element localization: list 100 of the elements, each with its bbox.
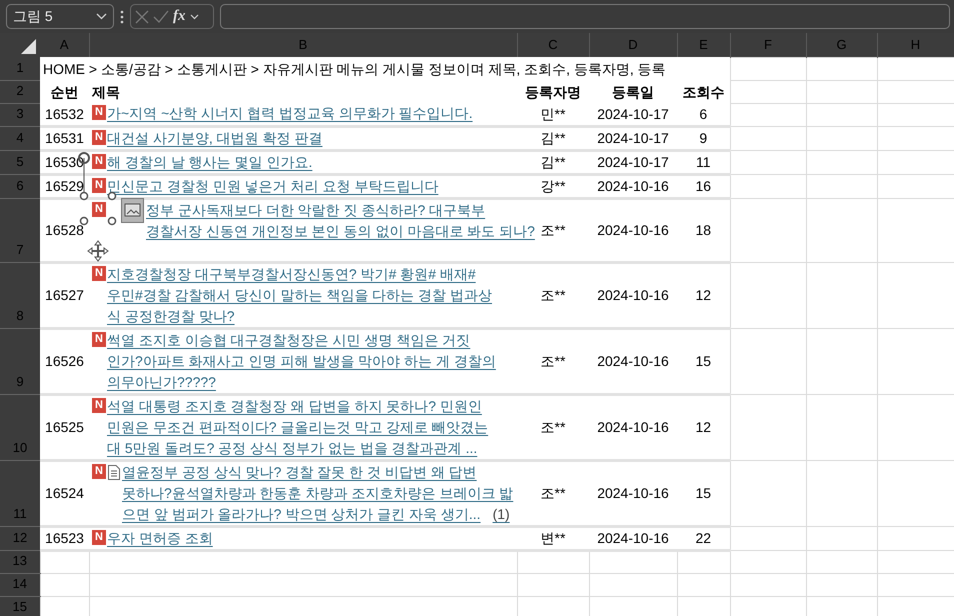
post-number: 16529 <box>45 178 84 194</box>
post-author: 김** <box>540 130 566 146</box>
new-badge: N <box>92 178 106 192</box>
name-box[interactable]: 그림 5 <box>6 4 114 29</box>
post-title-link[interactable]: 해 경찰의 날 행사는 몇일 인가요. <box>107 152 312 172</box>
post-author: 김** <box>540 154 566 170</box>
post-date: 2024-10-16 <box>597 353 669 369</box>
post-author: 변** <box>540 530 566 546</box>
post-number: 16526 <box>45 353 84 369</box>
post-date: 2024-10-17 <box>597 130 669 146</box>
post-number: 16523 <box>45 530 84 546</box>
view-count: 11 <box>696 154 711 170</box>
column-header[interactable]: A <box>40 33 89 57</box>
post-number: 16530 <box>45 154 84 170</box>
view-count: 22 <box>695 530 712 546</box>
post-title-link[interactable]: 지호경찰청장 대구북부경찰서장신동연? 박기# 황원# 배재# 우민#경찰 감찰해서 당신이 말하는 책임을 다하는 경찰 법과상 식 공정한경찰 맞나? <box>107 264 492 326</box>
row-header[interactable]: 1 <box>0 57 40 80</box>
new-badge: N <box>92 202 106 216</box>
breadcrumb-text: HOME > 소통/공감 > 소통게시판 > 자유게시판 메뉴의 게시물 정보이며 제목, 조회수, 등록자명, 등록 <box>40 57 730 80</box>
view-count: 9 <box>699 130 708 146</box>
row-header[interactable]: 14 <box>0 573 40 596</box>
post-date: 2024-10-17 <box>597 154 669 170</box>
row-header[interactable]: 12 <box>0 526 40 550</box>
post-number: 16524 <box>45 485 84 501</box>
post-title-link[interactable]: 대건설 사기분양, 대법원 확정 판결 <box>107 128 322 148</box>
caret-icon[interactable] <box>190 14 198 20</box>
post-author: 강** <box>540 178 566 194</box>
post-author: 조** <box>540 222 566 238</box>
image-icon[interactable] <box>121 198 144 222</box>
post-number: 16527 <box>45 287 84 303</box>
row-header[interactable]: 6 <box>0 174 40 198</box>
function-button[interactable]: fx <box>173 5 186 28</box>
post-date: 2024-10-16 <box>597 222 669 238</box>
post-date: 2024-10-16 <box>597 178 669 194</box>
post-author: 조** <box>540 485 566 501</box>
new-badge: N <box>92 398 106 412</box>
column-header[interactable]: C <box>517 33 589 57</box>
move-cursor-icon <box>87 240 109 262</box>
new-badge: N <box>92 266 106 280</box>
row-header[interactable]: 8 <box>0 262 40 328</box>
new-badge: N <box>92 105 106 120</box>
row-header[interactable]: 4 <box>0 126 40 150</box>
new-badge: N <box>92 530 106 544</box>
post-author: 민** <box>540 106 566 122</box>
post-date: 2024-10-16 <box>597 287 669 303</box>
column-heading: 제목 <box>92 84 120 100</box>
view-count: 15 <box>695 353 712 369</box>
row-header[interactable]: 11 <box>0 460 40 526</box>
post-number: 16525 <box>45 419 84 435</box>
formula-field[interactable] <box>220 4 950 29</box>
cancel-icon[interactable] <box>135 10 149 24</box>
check-icon[interactable] <box>153 10 169 24</box>
post-date: 2024-10-16 <box>597 419 669 435</box>
column-heading: 조회수 <box>682 84 724 100</box>
row-header[interactable]: 7 <box>0 198 40 262</box>
new-badge: N <box>92 130 106 144</box>
column-header[interactable]: F <box>730 33 806 57</box>
post-author: 조** <box>540 353 566 369</box>
new-badge: N <box>92 154 106 168</box>
post-title-link[interactable]: 우자 면허증 조회 <box>107 528 213 548</box>
column-heading: 등록자명 <box>525 84 581 100</box>
view-count: 6 <box>699 106 708 122</box>
post-title-link[interactable]: 민신문고 경찰청 민원 넣은거 처리 요청 부탁드립니다 <box>107 176 438 196</box>
row-header[interactable]: 3 <box>0 103 40 126</box>
post-title-link[interactable]: 석열 대통령 조지호 경찰청장 왜 답변을 하지 못하나? 민원인 민원은 무조건 편파적이다? 글올리는것 막고 강제로 빼앗겼는 대 5만원 돌려도? 공정 상식 정부가 없는 법을 경찰과관계 ... <box>107 396 488 458</box>
column-header[interactable]: H <box>877 33 954 57</box>
row-header[interactable]: 2 <box>0 80 40 103</box>
post-author: 조** <box>540 419 566 435</box>
post-number: 16532 <box>45 106 84 122</box>
post-title-link[interactable]: 썩열 조지호 이승협 대구경찰청장은 시민 생명 책임은 거짓 인가?아파트 화재사고 인명 피해 발생을 막아야 하는 게 경찰의 의무아닌가????? <box>107 330 496 392</box>
row-header[interactable]: 10 <box>0 394 40 460</box>
caret-icon <box>96 13 107 20</box>
new-badge: N <box>92 332 106 346</box>
column-header[interactable]: G <box>806 33 877 57</box>
view-count: 12 <box>695 287 712 303</box>
post-date: 2024-10-16 <box>597 530 669 546</box>
view-count: 12 <box>695 419 712 435</box>
column-heading: 순번 <box>50 84 78 100</box>
row-header[interactable]: 9 <box>0 328 40 394</box>
row-header[interactable]: 5 <box>0 150 40 174</box>
column-header[interactable]: D <box>589 33 677 57</box>
more-icon[interactable] <box>120 10 124 24</box>
view-count: 18 <box>695 222 712 238</box>
post-title-link[interactable]: 정부 군사독재보다 더한 악랄한 짓 종식하라? 대구북부 경찰서장 신동연 개인정보 본인 동의 없이 마음대로 봐도 되나? <box>146 200 535 242</box>
post-title-link[interactable]: 열윤정부 공정 상식 맞나? 경찰 잘못 한 것 비답변 왜 답변 못하나?윤석열차량과 한동훈 차량과 조지호차량은 브레이크 밟 으면 앞 범퍼가 올라가나? 박으면 상처가 글킨 자욱 생기... (1) <box>122 462 514 524</box>
post-number: 16531 <box>45 130 84 146</box>
post-number: 16528 <box>45 222 84 238</box>
view-count: 15 <box>695 485 712 501</box>
row-header[interactable]: 13 <box>0 550 40 573</box>
post-date: 2024-10-16 <box>597 485 669 501</box>
post-author: 조** <box>540 287 566 303</box>
column-heading: 등록일 <box>612 84 654 100</box>
new-badge: N <box>92 464 106 478</box>
column-header[interactable]: B <box>89 33 517 57</box>
row-header[interactable]: 15 <box>0 596 40 616</box>
post-date: 2024-10-17 <box>597 106 669 122</box>
post-title-link[interactable]: 가~지역 ~산학 시너지 협력 법정교육 의무화가 필수입니다. <box>107 103 473 124</box>
comment-count: (1) <box>492 506 510 522</box>
column-header[interactable]: E <box>677 33 730 57</box>
view-count: 16 <box>695 178 712 194</box>
